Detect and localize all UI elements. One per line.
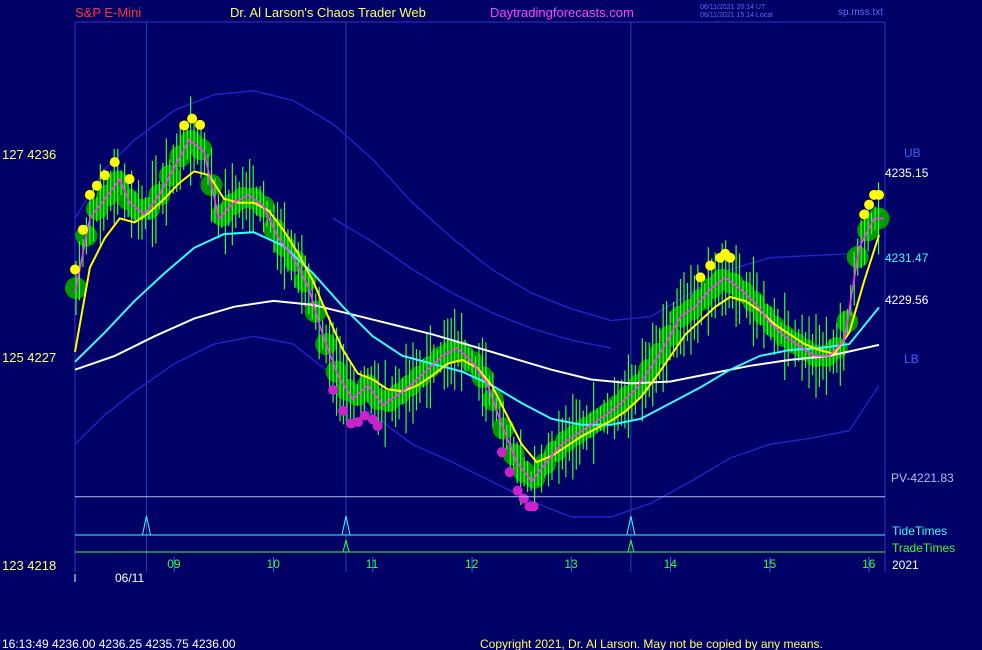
- high-dot-7: [179, 120, 190, 131]
- event-vertical-lines: [145, 22, 632, 572]
- high-dot-8: [187, 113, 198, 124]
- high-dot-16: [864, 199, 875, 210]
- bubble-markers: [64, 130, 890, 489]
- high-dot-2: [84, 189, 95, 200]
- timestamp-local: 06/11/2021 15:14 Local: [700, 12, 773, 19]
- high-dot-15: [859, 209, 870, 220]
- site-url[interactable]: Daytradingforecasts.com: [490, 5, 634, 20]
- low-dot-8: [504, 467, 515, 478]
- high-dot-6: [124, 174, 135, 185]
- lower-band-label: LB: [904, 352, 919, 366]
- low-dot-10: [518, 493, 529, 504]
- chart-canvas: 09 10 11 12 13 14 15 16 S&P E-Mini Dr. Al Larso…: [2, 4, 955, 650]
- file-name: sp.mss.txt: [838, 7, 883, 18]
- high-dot-9: [195, 119, 206, 130]
- year-label: 2021: [892, 558, 919, 572]
- pivot-label: PV-4221.83: [891, 471, 954, 485]
- x-tick-label-11: 11: [366, 557, 379, 571]
- x-tick-label-12: 12: [465, 557, 479, 571]
- quote-line: 16:13:49 4236.00 4236.25 4235.75 4236.00: [2, 637, 236, 650]
- high-dot-3: [91, 180, 102, 191]
- high-dot-10: [695, 272, 706, 283]
- white-ma-value-label: 4229.56: [885, 293, 929, 307]
- low-dot-12: [528, 501, 539, 512]
- low-dot-9: [512, 485, 523, 496]
- high-dot-14: [725, 252, 736, 263]
- y-label-bottom: 123 4218: [2, 558, 56, 573]
- low-dot-6: [372, 420, 383, 431]
- high-dot-4: [99, 170, 110, 181]
- date-label: 06/11: [115, 571, 144, 585]
- x-tick-label-15: 15: [763, 557, 777, 571]
- timestamp-ut: 06/11/2021 20:14 UT: [700, 4, 766, 11]
- y-label-mid: 125 4227: [2, 350, 56, 365]
- x-axis: 09 10 11 12 13 14 15 16: [74, 557, 876, 582]
- high-dot-1: [77, 224, 88, 235]
- cyan-ma-value-label: 4231.47: [885, 251, 929, 265]
- y-label-top: 127 4236: [2, 147, 56, 162]
- x-tick-label-10: 10: [267, 557, 281, 571]
- ema-value-label: 4235.15: [885, 166, 929, 180]
- tide-times-label: TideTimes: [892, 524, 947, 538]
- trade-times-label: TradeTimes: [892, 541, 955, 555]
- copyright-line: Copyright 2021, Dr. Al Larson. May not b…: [480, 637, 823, 650]
- upper-band-label: UB: [904, 146, 921, 160]
- low-dot-1: [338, 405, 349, 416]
- site-title: Dr. Al Larson's Chaos Trader Web: [230, 5, 426, 20]
- upper-inner-band-line: [332, 217, 612, 349]
- x-tick-label-16: 16: [862, 557, 876, 571]
- symbol-label: S&P E-Mini: [75, 5, 141, 20]
- x-tick-label-14: 14: [664, 557, 678, 571]
- high-dot-0: [70, 264, 80, 275]
- low-dot-0: [328, 384, 339, 395]
- x-tick-label-13: 13: [564, 557, 578, 571]
- high-dot-18: [874, 189, 885, 200]
- x-tick-label-09: 09: [167, 557, 181, 571]
- high-dot-5: [109, 157, 120, 168]
- low-dot-7: [496, 447, 507, 458]
- event-spikes: [141, 515, 636, 553]
- high-dot-11: [705, 260, 716, 271]
